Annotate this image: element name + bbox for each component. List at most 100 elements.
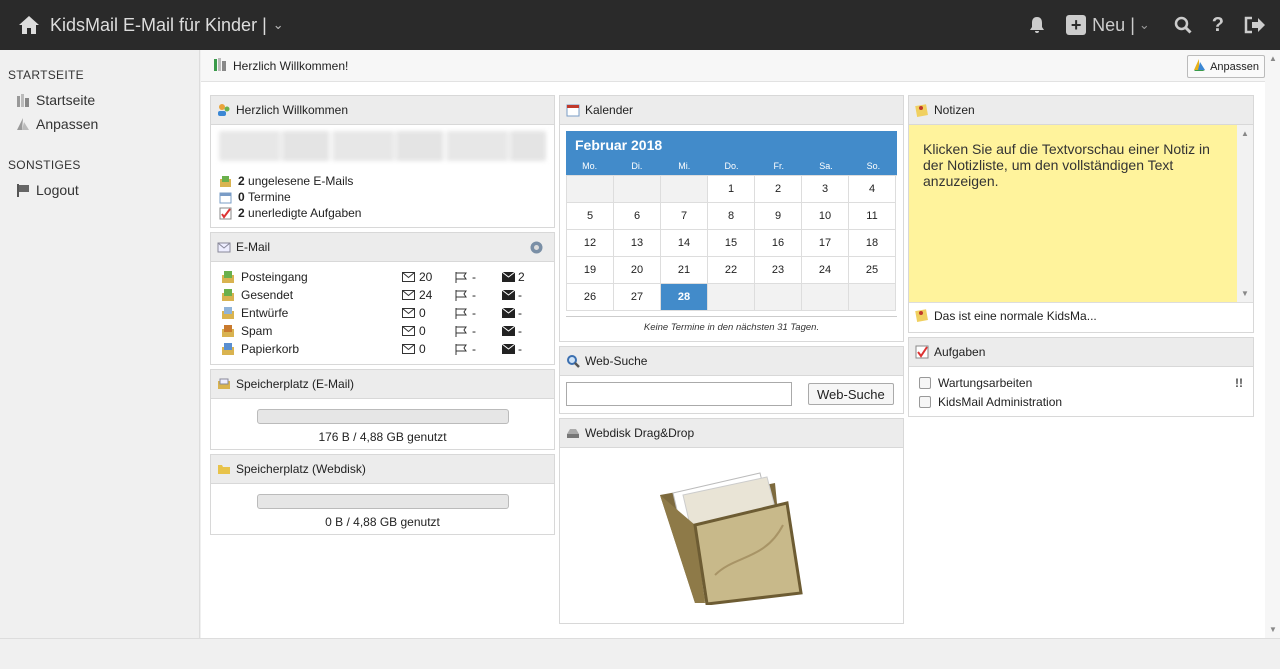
storage-email-usage: 176 B / 4,88 GB genutzt [318,430,447,444]
unread-label: ungelesene E-Mails [248,174,354,188]
mail-total: 0 [402,342,426,356]
help-icon[interactable]: ? [1212,14,1224,37]
mail-folder-row[interactable]: Papierkorb 0 - - [211,340,554,358]
calendar-day[interactable]: 17 [802,230,849,257]
envelope-icon [402,344,415,354]
calendar-day[interactable]: 25 [849,257,896,284]
tasks-summary[interactable]: 2 unerledigte Aufgaben [211,205,554,221]
mail-folder-row[interactable]: Entwürfe 0 - - [211,304,554,322]
calendar-empty-cell [567,176,614,203]
task-checkbox[interactable] [919,395,931,408]
page-scrollbar[interactable]: ▲ ▼ [1265,50,1280,638]
widget-title: E-Mail [236,240,271,254]
calendar-day[interactable]: 5 [567,203,614,230]
customize-button[interactable]: Anpassen [1187,55,1265,78]
websearch-button[interactable]: Web-Suche [808,383,894,405]
calendar-day[interactable]: 14 [661,230,708,257]
task-checkbox[interactable] [919,376,931,389]
calendar-day[interactable]: 13 [614,230,661,257]
search-icon [566,354,580,368]
sidebar-item-anpassen[interactable]: Anpassen [0,112,199,136]
envelope-filled-icon [502,290,515,300]
widget-header: Aufgaben [909,338,1253,367]
sidebar-section-start: STARTSEITE [8,68,84,82]
mail-folder-row[interactable]: Spam 0 - - [211,322,554,340]
calendar-day[interactable]: 23 [755,257,802,284]
checklist-icon [915,345,929,359]
email-widget: E-Mail Posteingang 20-2 Gesendet 24- - Entwür… [210,232,555,365]
chevron-down-icon[interactable]: ⌄ [273,17,284,33]
calendar-day[interactable]: 20 [614,257,661,284]
scroll-down-icon[interactable]: ▼ [1241,289,1249,298]
task-item[interactable]: KidsMail Administration [909,392,1253,411]
calendar-day[interactable]: 22 [708,257,755,284]
widget-header: Notizen [909,96,1253,125]
drive-icon [566,426,580,440]
calendar-day[interactable]: 12 [567,230,614,257]
task-item[interactable]: Wartungsarbeiten!! [909,373,1253,392]
calendar-day[interactable]: 3 [802,176,849,203]
calendar-day[interactable]: 6 [614,203,661,230]
calendar-day[interactable]: 8 [708,203,755,230]
note-scrollbar[interactable]: ▲ ▼ [1237,125,1253,302]
folder-icon [221,324,235,338]
calendar-empty-cell [755,284,802,311]
task-priority: !! [1235,375,1243,390]
widget-header: Kalender [560,96,903,125]
chevron-down-icon: ⌄ [1138,17,1150,32]
calendar-day[interactable]: 2 [755,176,802,203]
logout-icon[interactable] [1244,16,1266,34]
mail-total: 24 [402,288,432,302]
bell-icon[interactable] [1028,16,1046,34]
mail-flagged: - [455,342,476,356]
calendar-day[interactable]: 7 [661,203,708,230]
new-menu-button[interactable]: + Neu | ⌄ [1066,15,1154,36]
sidebar-item-label: Anpassen [36,116,99,132]
sidebar-item-logout[interactable]: Logout [0,178,199,202]
home-icon[interactable] [18,15,40,35]
note-preview[interactable]: Klicken Sie auf die Textvorschau einer N… [909,125,1253,303]
calendar-day[interactable]: 26 [567,284,614,311]
app-brand[interactable]: KidsMail E-Mail für Kinder | ⌄ [18,0,284,50]
calendar-note: Keine Termine in den nächsten 31 Tagen. [566,316,897,333]
search-icon[interactable] [1174,16,1192,34]
sidebar-item-startseite[interactable]: Startseite [0,88,199,112]
mail-flagged: - [455,306,476,320]
calendar-day[interactable]: 27 [614,284,661,311]
dropzone-folder-icon[interactable] [655,465,805,608]
calendar-day[interactable]: 4 [849,176,896,203]
calendar-day[interactable]: 9 [755,203,802,230]
note-list-item[interactable]: Das ist eine normale KidsMa... [909,303,1253,329]
scroll-up-icon[interactable]: ▲ [1269,54,1277,63]
calendar-day[interactable]: 19 [567,257,614,284]
folder-icon [221,288,235,302]
calendar-day[interactable]: 10 [802,203,849,230]
unread-summary[interactable]: 2 ungelesene E-Mails [211,173,554,189]
appointments-summary[interactable]: 0 Termine [211,189,554,205]
inbox-icon [219,175,232,188]
note-icon [915,308,929,325]
settings-gear-icon[interactable] [529,240,544,258]
calendar-day[interactable]: 21 [661,257,708,284]
dashboard-icon [16,93,31,108]
mail-folder-row[interactable]: Posteingang 20 - 2 [211,268,554,286]
mail-unread: - [502,342,522,356]
sidebar-item-label: Logout [36,182,79,198]
blurred-welcome-text [219,131,546,161]
flag-icon [455,307,467,319]
scroll-down-icon[interactable]: ▼ [1269,625,1277,634]
calendar-day[interactable]: 11 [849,203,896,230]
mail-folder-row[interactable]: Gesendet 24 - - [211,286,554,304]
calendar-day[interactable]: 1 [708,176,755,203]
calendar-day[interactable]: 24 [802,257,849,284]
mail-total: 20 [402,270,432,284]
envelope-filled-icon [502,272,515,282]
calendar-day[interactable]: 15 [708,230,755,257]
scroll-up-icon[interactable]: ▲ [1241,129,1249,138]
websearch-input[interactable] [566,382,792,406]
calendar-day[interactable]: 18 [849,230,896,257]
folder-icon [221,270,235,284]
calendar-day[interactable]: 28 [661,284,708,311]
calendar-day[interactable]: 16 [755,230,802,257]
tasks-count: 2 [238,206,245,220]
